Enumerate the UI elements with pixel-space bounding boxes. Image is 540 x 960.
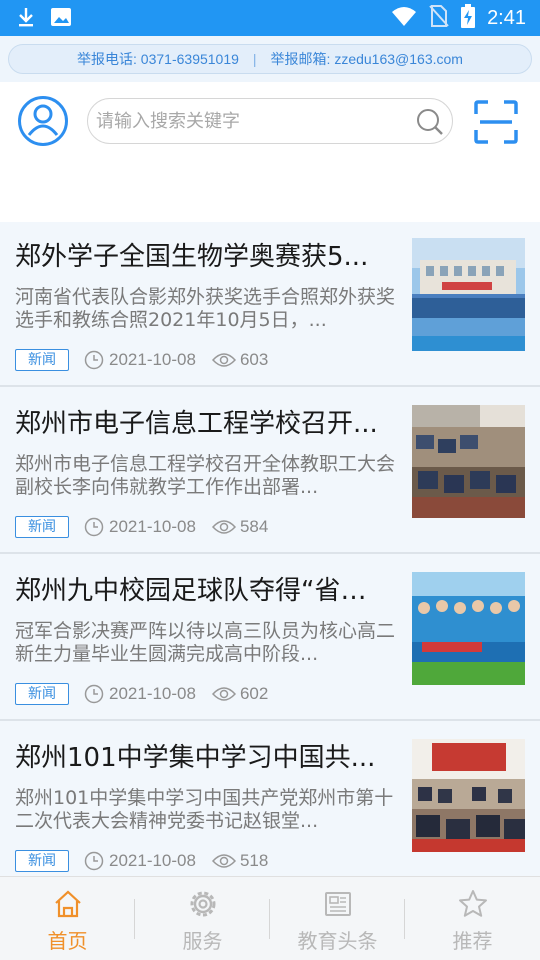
- nav-recommend[interactable]: 推荐: [405, 877, 540, 960]
- news-item[interactable]: 郑州九中校园足球队夺得“省长... 冠军合影决赛严阵以待以高三队员为核心高二新生…: [0, 556, 540, 721]
- eye-icon: [211, 854, 236, 868]
- news-date: 2021-10-08: [84, 350, 196, 370]
- news-date: 2021-10-08: [84, 517, 196, 537]
- header: [0, 82, 540, 222]
- battery-charging-icon: [461, 4, 476, 32]
- status-time: 2:41: [487, 6, 526, 29]
- news-views-text: 584: [239, 517, 269, 536]
- news-summary: 冠军合影决赛严阵以待以高三队员为核心高二新生力量毕业生圆满完成高中阶段...: [15, 620, 395, 665]
- news-date: 2021-10-08: [84, 851, 196, 871]
- eye-icon: [211, 353, 236, 367]
- nav-home[interactable]: 首页: [0, 877, 135, 960]
- search-input[interactable]: [96, 99, 406, 143]
- clock-icon: [84, 851, 104, 871]
- news-views-text: 602: [239, 684, 269, 703]
- no-sim-icon: [429, 4, 449, 32]
- news-title[interactable]: 郑州市电子信息工程学校召开...: [15, 407, 385, 441]
- newspaper-icon: [323, 889, 353, 919]
- news-date-text: 2021-10-08: [109, 851, 196, 870]
- gear-icon: [188, 889, 218, 919]
- download-icon: [16, 6, 36, 32]
- report-separator: |: [252, 51, 257, 67]
- news-meta: 新闻 2021-10-08 603: [15, 348, 268, 372]
- star-icon: [458, 889, 488, 919]
- nav-services[interactable]: 服务: [135, 877, 270, 960]
- news-views: 518: [211, 851, 269, 871]
- news-meta: 新闻 2021-10-08 584: [15, 515, 268, 539]
- news-tag: 新闻: [15, 850, 69, 872]
- news-thumbnail[interactable]: [412, 405, 525, 518]
- news-item[interactable]: 郑州101中学集中学习中国共... 郑州101中学集中学习中国共产党郑州市第十二…: [0, 723, 540, 876]
- news-views-text: 603: [239, 350, 269, 369]
- bottom-nav: 首页 服务 教育头条 推荐: [0, 876, 540, 960]
- search-box[interactable]: [87, 98, 453, 144]
- search-icon[interactable]: [416, 108, 444, 140]
- home-icon: [53, 889, 83, 919]
- news-title[interactable]: 郑外学子全国生物学奥赛获5...: [15, 240, 385, 274]
- report-banner: 举报电话: 0371-63951019 | 举报邮箱: zzedu163@163…: [0, 36, 540, 82]
- nav-home-label: 首页: [47, 929, 88, 953]
- news-item[interactable]: 郑州市电子信息工程学校召开... 郑州市电子信息工程学校召开全体教职工大会副校长…: [0, 389, 540, 554]
- nav-education-news-label: 教育头条: [297, 929, 378, 953]
- news-views: 602: [211, 684, 269, 704]
- news-date: 2021-10-08: [84, 684, 196, 704]
- clock-icon: [84, 517, 104, 537]
- report-pill: 举报电话: 0371-63951019 | 举报邮箱: zzedu163@163…: [8, 44, 532, 74]
- report-phone[interactable]: 举报电话: 0371-63951019: [77, 49, 239, 69]
- scan-button[interactable]: [474, 100, 518, 144]
- news-date-text: 2021-10-08: [109, 517, 196, 536]
- news-thumbnail[interactable]: [412, 238, 525, 351]
- report-email[interactable]: 举报邮箱: zzedu163@163.com: [271, 49, 463, 69]
- news-thumbnail[interactable]: [412, 572, 525, 685]
- news-meta: 新闻 2021-10-08 518: [15, 849, 268, 873]
- news-title[interactable]: 郑州九中校园足球队夺得“省长...: [15, 574, 385, 608]
- clock-icon: [84, 350, 104, 370]
- news-views: 603: [211, 350, 269, 370]
- news-tag: 新闻: [15, 516, 69, 538]
- news-item[interactable]: 郑外学子全国生物学奥赛获5... 河南省代表队合影郑外获奖选手合照郑外获奖选手和…: [0, 222, 540, 387]
- news-summary: 河南省代表队合影郑外获奖选手合照郑外获奖选手和教练合照2021年10月5日，..…: [15, 286, 395, 331]
- user-icon: [27, 104, 59, 136]
- news-summary: 郑州市电子信息工程学校召开全体教职工大会副校长李向伟就教学工作作出部署...: [15, 453, 395, 498]
- status-bar: 2:41: [0, 0, 540, 36]
- eye-icon: [211, 520, 236, 534]
- clock-icon: [84, 684, 104, 704]
- news-list: 郑外学子全国生物学奥赛获5... 河南省代表队合影郑外获奖选手合照郑外获奖选手和…: [0, 222, 540, 876]
- scan-icon: [474, 100, 518, 144]
- news-date-text: 2021-10-08: [109, 684, 196, 703]
- nav-recommend-label: 推荐: [452, 929, 493, 953]
- image-icon: [50, 6, 72, 32]
- news-title[interactable]: 郑州101中学集中学习中国共...: [15, 741, 385, 775]
- nav-education-news[interactable]: 教育头条: [270, 877, 405, 960]
- nav-services-label: 服务: [182, 929, 223, 953]
- news-views: 584: [211, 517, 269, 537]
- user-avatar-button[interactable]: [18, 96, 68, 146]
- news-tag: 新闻: [15, 683, 69, 705]
- news-summary: 郑州101中学集中学习中国共产党郑州市第十二次代表大会精神党委书记赵银堂...: [15, 787, 394, 832]
- eye-icon: [211, 687, 236, 701]
- news-thumbnail[interactable]: [412, 739, 525, 852]
- news-tag: 新闻: [15, 349, 69, 371]
- news-meta: 新闻 2021-10-08 602: [15, 682, 268, 706]
- news-views-text: 518: [239, 851, 269, 870]
- wifi-icon: [391, 5, 417, 31]
- news-date-text: 2021-10-08: [109, 350, 196, 369]
